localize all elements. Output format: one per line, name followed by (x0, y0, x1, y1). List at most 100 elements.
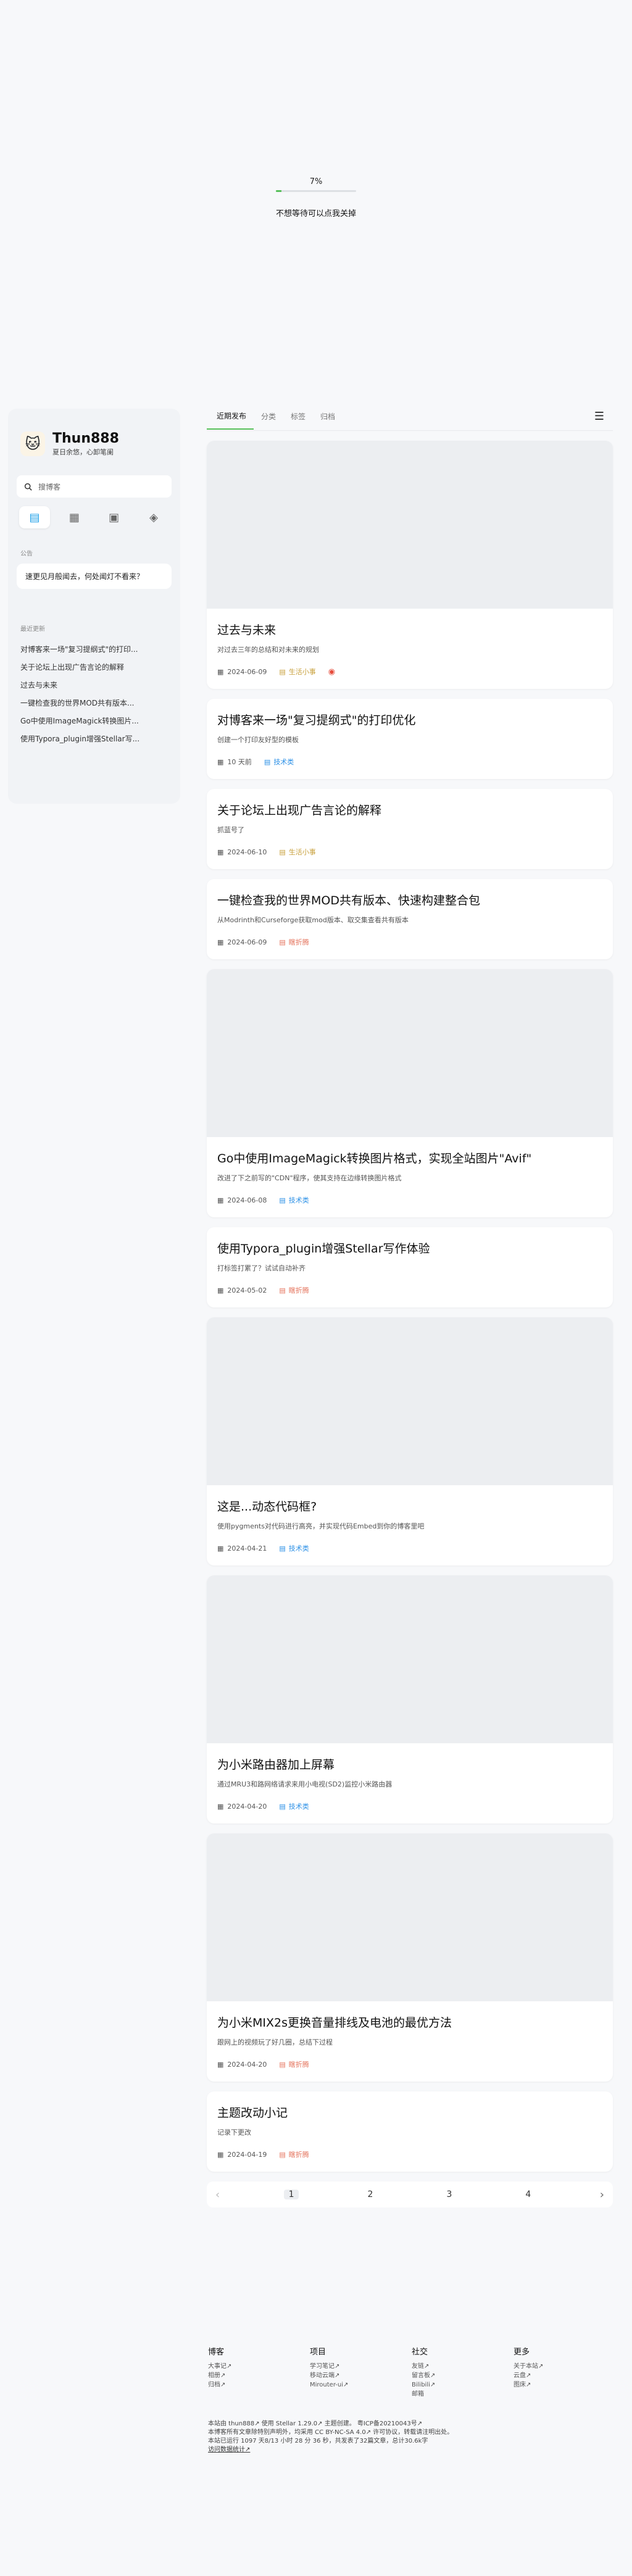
prev-page-button[interactable]: ‹ (215, 2188, 220, 2201)
footer-stats-link[interactable]: 访问数据统计↗ (208, 2446, 615, 2454)
page-3[interactable]: 3 (442, 2190, 457, 2199)
footer-link[interactable]: 大事记↗ (208, 2362, 310, 2371)
calendar-icon: ▦ (217, 757, 224, 766)
skip-loading-button[interactable]: 不想等待可以点我关掉 (276, 207, 356, 219)
recent-item[interactable]: 过去与未来 (17, 676, 172, 694)
footer-col-blog: 博客 大事记↗ 相册↗ 归档↗ (208, 2345, 310, 2399)
explore-icon[interactable]: ◈ (138, 506, 169, 528)
post-category[interactable]: ▤ 瞎折腾 (279, 2059, 309, 2069)
footer-link[interactable]: 移动云端↗ (310, 2371, 412, 2380)
post-title[interactable]: 使用Typora_plugin增强Stellar写作体验 (217, 1241, 602, 1257)
footer-link[interactable]: Bilibili↗ (412, 2380, 514, 2390)
post-card[interactable]: 一键检查我的世界MOD共有版本、快速构建整合包 从Modrinth和Cursef… (207, 879, 613, 959)
footer-link[interactable]: 邮箱 (412, 2390, 514, 2399)
wiki-icon[interactable]: ▦ (59, 506, 89, 528)
post-excerpt: 记录下更改 (217, 2128, 251, 2136)
search-input[interactable]: 搜博客 (17, 475, 172, 498)
folder-icon: ▤ (279, 1802, 286, 1811)
footer-col-more: 更多 关于本站↗ 云盘↗ 图床↗ (514, 2345, 615, 2399)
recent-item[interactable]: 使用Typora_plugin增强Stellar写... (17, 730, 172, 748)
post-card[interactable]: 这是...动态代码框? 使用pygments对代码进行高亮，并实现代码Embed… (207, 1317, 613, 1565)
post-card[interactable]: Go中使用ImageMagick转换图片格式，实现全站图片"Avif" 改进了下… (207, 969, 613, 1217)
footer-col-title: 社交 (412, 2348, 428, 2357)
post-excerpt: 跟网上的视频玩了好几圈，总结下过程 (217, 2038, 333, 2046)
footer-link[interactable]: 归档↗ (208, 2380, 310, 2390)
post-title[interactable]: 为小米MIX2s更换音量排线及电池的最优方法 (217, 2015, 602, 2031)
post-card[interactable]: 关于论坛上出现广告言论的解释 抓蓝号了 ▦ 2024-06-10 ▤ 生活小事 (207, 789, 613, 869)
calendar-icon: ▦ (217, 2150, 224, 2159)
folder-icon: ▤ (279, 1286, 286, 1294)
post-title[interactable]: Go中使用ImageMagick转换图片格式，实现全站图片"Avif" (217, 1151, 602, 1167)
post-title[interactable]: 关于论坛上出现广告言论的解释 (217, 802, 602, 819)
post-cover (207, 969, 613, 1137)
footer-link[interactable]: 学习笔记↗ (310, 2362, 412, 2371)
post-card[interactable]: 为小米路由器加上屏幕 通过MRU3和路网络请求来用小电视(SD2)监控小米路由器… (207, 1575, 613, 1824)
calendar-icon: ▦ (217, 1196, 224, 1204)
post-category[interactable]: ▤ 瞎折腾 (279, 937, 309, 947)
post-category[interactable]: ▤ 生活小事 (279, 667, 315, 677)
footer-link[interactable]: 云盘↗ (514, 2371, 615, 2380)
footer-col-title: 项目 (310, 2348, 326, 2357)
folder-icon: ▤ (279, 848, 286, 856)
post-title[interactable]: 对博客来一场"复习提纲式"的打印优化 (217, 712, 602, 728)
tab-categories[interactable]: 分类 (254, 411, 283, 429)
brand[interactable]: 🐱 Thun888 夏日余悠，心卸笔阑 (17, 431, 172, 457)
page-2[interactable]: 2 (363, 2190, 378, 2199)
recent-item[interactable]: Go中使用ImageMagick转换图片... (17, 712, 172, 730)
post-card[interactable]: 为小米MIX2s更换音量排线及电池的最优方法 跟网上的视频玩了好几圈，总结下过程… (207, 1833, 613, 2082)
folder-icon: ▤ (279, 2150, 286, 2159)
calendar-icon: ▦ (217, 2060, 224, 2069)
post-category[interactable]: ▤ 技术类 (279, 1195, 309, 1205)
footer-link[interactable]: 相册↗ (208, 2371, 310, 2380)
tab-archive[interactable]: 归档 (313, 411, 343, 429)
post-category[interactable]: ▤ 技术类 (279, 1801, 309, 1811)
post-title[interactable]: 为小米路由器加上屏幕 (217, 1757, 602, 1773)
post-category[interactable]: ▤ 技术类 (279, 1543, 309, 1553)
search-placeholder: 搜博客 (38, 482, 61, 491)
post-category[interactable]: ▤ 生活小事 (279, 847, 315, 857)
footer-link[interactable]: 友链↗ (412, 2362, 514, 2371)
post-date: ▦ 2024-04-20 (217, 1802, 267, 1811)
post-card[interactable]: 过去与未来 对过去三年的总结和对未来的规划 ▦ 2024-06-09 ▤ 生活小事 … (207, 441, 613, 689)
post-title[interactable]: 过去与未来 (217, 622, 602, 638)
post-category[interactable]: ▤ 瞎折腾 (279, 1285, 309, 1295)
post-title[interactable]: 主题改动小记 (217, 2105, 602, 2121)
docs-icon[interactable]: ▤ (19, 506, 50, 528)
post-category[interactable]: ▤ 瞎折腾 (279, 2149, 309, 2159)
post-cover (207, 1317, 613, 1485)
tab-tags[interactable]: 标签 (283, 411, 313, 429)
tab-recent[interactable]: 近期发布 (207, 410, 254, 430)
footer-link[interactable]: 留言板↗ (412, 2371, 514, 2380)
post-date: ▦ 10 天前 (217, 757, 252, 767)
recent-item[interactable]: 关于论坛上出现广告言论的解释 (17, 658, 172, 676)
calendar-icon: ▦ (217, 1286, 224, 1294)
post-card[interactable]: 对博客来一场"复习提纲式"的打印优化 创建一个打印友好型的模板 ▦ 10 天前 ▤… (207, 699, 613, 779)
next-page-button[interactable]: › (600, 2188, 604, 2201)
notes-icon[interactable]: ▣ (99, 506, 130, 528)
footer-link[interactable]: Mirouter-ui↗ (310, 2380, 412, 2390)
footer-link[interactable]: 关于本站↗ (514, 2362, 615, 2371)
site-title: Thun888 (52, 431, 119, 446)
footer-col-title: 更多 (514, 2348, 530, 2357)
post-excerpt: 通过MRU3和路网络请求来用小电视(SD2)监控小米路由器 (217, 1780, 393, 1788)
recent-item[interactable]: 一键检查我的世界MOD共有版本... (17, 694, 172, 712)
post-card[interactable]: 主题改动小记 记录下更改 ▦ 2024-04-19 ▤ 瞎折腾 (207, 2091, 613, 2172)
calendar-icon: ▦ (217, 848, 224, 856)
post-date: ▦ 2024-06-08 (217, 1196, 267, 1204)
recent-item[interactable]: 对博客来一场"复习提纲式"的打印... (17, 640, 172, 658)
menu-list-icon[interactable]: ☰ (594, 410, 604, 423)
page-4[interactable]: 4 (521, 2190, 536, 2199)
post-date: ▦ 2024-04-20 (217, 2060, 267, 2069)
post-category[interactable]: ▤ 技术类 (264, 757, 294, 767)
footer-col-projects: 项目 学习笔记↗ 移动云端↗ Mirouter-ui↗ (310, 2345, 412, 2399)
post-date: ▦ 2024-04-21 (217, 1544, 267, 1553)
post-title[interactable]: 这是...动态代码框? (217, 1499, 602, 1515)
post-title[interactable]: 一键检查我的世界MOD共有版本、快速构建整合包 (217, 893, 602, 909)
logo-icon: 🐱 (20, 431, 45, 456)
footer-link[interactable]: 图床↗ (514, 2380, 615, 2390)
page-1[interactable]: 1 (284, 2190, 299, 2199)
footer-powered-by[interactable]: 本站由 thun888↗ 使用 Stellar 1.29.0↗ 主题创建。 粤I… (208, 2420, 615, 2428)
footer-license[interactable]: 本博客所有文章除特别声明外，均采用 CC BY-NC-SA 4.0↗ 许可协议，… (208, 2428, 615, 2437)
post-card[interactable]: 使用Typora_plugin增强Stellar写作体验 打标签打累了？试试自动… (207, 1227, 613, 1307)
loading-bar-fill (276, 190, 282, 192)
